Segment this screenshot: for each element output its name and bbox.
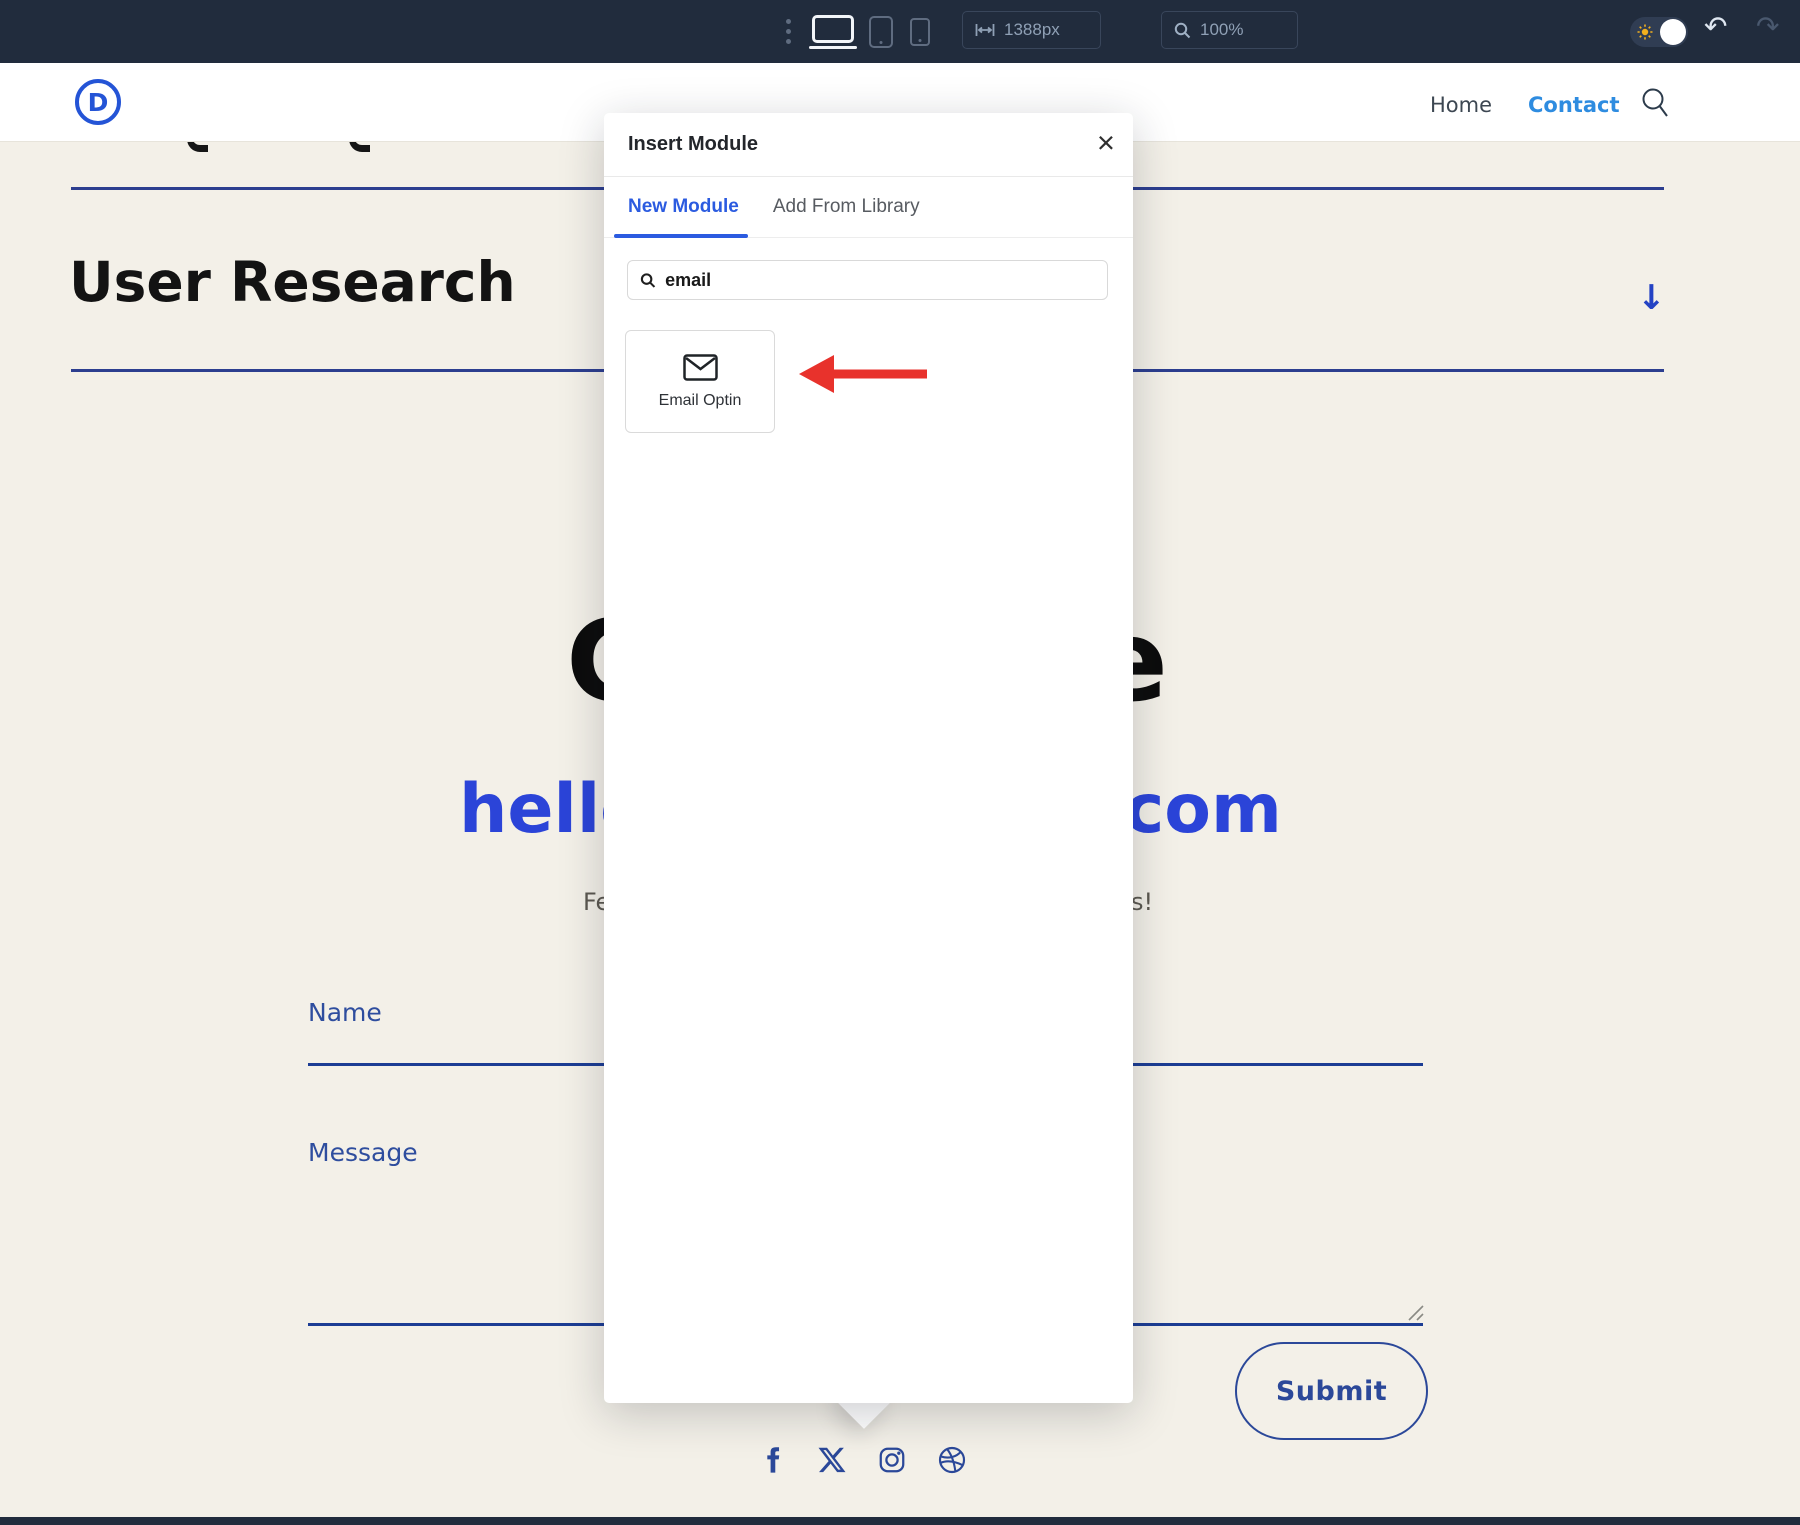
divi-builder-screen: 1388px 100% ↶ ↷ D Home Contact [0, 0, 1800, 1525]
textarea-resize-handle[interactable] [1402, 1299, 1426, 1323]
social-links [757, 1445, 967, 1475]
nav-link-contact[interactable]: Contact [1528, 93, 1620, 117]
module-search-input[interactable] [665, 270, 1095, 291]
subtext-fragment-right: s! [1131, 888, 1153, 916]
tab-add-from-library[interactable]: Add From Library [773, 177, 920, 237]
builder-toolbar: 1388px 100% ↶ ↷ [0, 0, 1800, 63]
tab-new-module[interactable]: New Module [628, 177, 739, 237]
email-link-fragment-right[interactable]: com [1124, 776, 1282, 844]
tablet-view-icon[interactable] [869, 16, 893, 48]
name-field-label: Name [308, 998, 382, 1027]
submit-button[interactable]: Submit [1235, 1342, 1428, 1440]
search-icon[interactable] [1641, 87, 1669, 120]
undo-icon[interactable]: ↶ [1704, 10, 1727, 43]
width-arrows-icon [975, 23, 995, 37]
dribbble-icon[interactable] [937, 1445, 967, 1475]
x-twitter-icon[interactable] [817, 1445, 847, 1475]
envelope-icon [683, 354, 718, 381]
sun-icon [1637, 24, 1653, 40]
module-card-label: Email Optin [659, 392, 742, 410]
module-card-email-optin[interactable]: Email Optin [625, 330, 775, 433]
message-field-label: Message [308, 1138, 418, 1167]
facebook-icon[interactable] [757, 1445, 787, 1475]
submit-button-label: Submit [1276, 1376, 1387, 1407]
section-title: User Research [69, 250, 516, 314]
annotation-arrow-icon [797, 352, 929, 396]
theme-toggle[interactable] [1630, 17, 1688, 47]
more-options-icon[interactable] [786, 19, 791, 44]
instagram-icon[interactable] [877, 1445, 907, 1475]
zoom-level-input[interactable]: 100% [1161, 11, 1298, 49]
search-icon [640, 272, 656, 289]
magnifier-icon [1174, 22, 1191, 39]
insert-module-modal: Insert Module × New Module Add From Libr… [604, 113, 1133, 1403]
modal-title: Insert Module [628, 133, 758, 156]
module-search-box [627, 260, 1108, 300]
builder-bottom-bar [0, 1517, 1800, 1525]
phone-view-icon[interactable] [910, 18, 930, 46]
redo-icon[interactable]: ↷ [1756, 10, 1779, 43]
viewport-width-input[interactable]: 1388px [962, 11, 1101, 49]
modal-header: Insert Module × [604, 113, 1133, 177]
divi-logo[interactable]: D [75, 79, 121, 125]
close-icon[interactable]: × [1097, 124, 1115, 161]
toggle-knob [1660, 19, 1686, 45]
desktop-view-icon[interactable] [812, 15, 854, 43]
zoom-level-value: 100% [1200, 20, 1243, 40]
scroll-down-arrow-icon[interactable]: ↓ [1637, 278, 1666, 318]
viewport-width-value: 1388px [1004, 20, 1060, 40]
nav-link-home[interactable]: Home [1430, 93, 1492, 117]
modal-tabs: New Module Add From Library [604, 177, 1133, 238]
